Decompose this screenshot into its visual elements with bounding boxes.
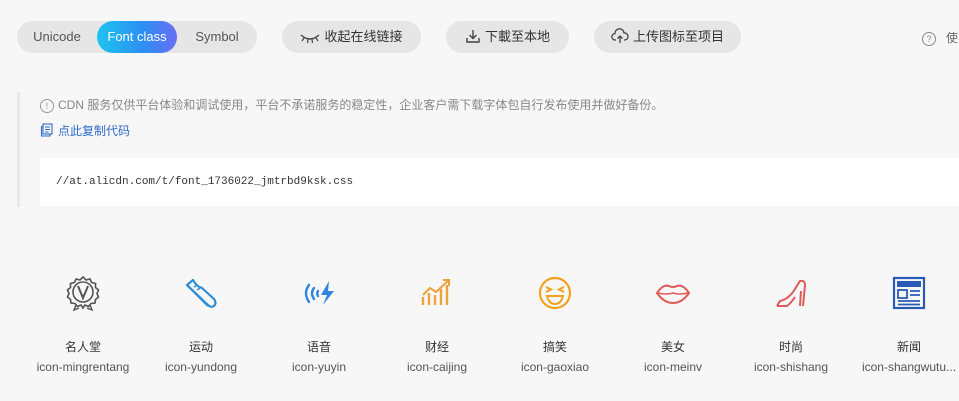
download-icon — [466, 30, 480, 43]
collapse-label: 收起在线链接 — [324, 29, 403, 44]
icon-name: 财经 — [424, 340, 449, 354]
icon-item[interactable]: 新闻 icon-shangwutu... — [850, 270, 959, 380]
tab-font-class[interactable]: Font class — [97, 21, 177, 53]
tab-symbol[interactable]: Symbol — [177, 21, 257, 53]
mode-switch: Unicode Font class Symbol — [17, 21, 257, 53]
icon-item[interactable]: 名人堂 icon-mingrentang — [24, 270, 142, 380]
cloud-upload-icon — [611, 28, 629, 43]
download-local-button[interactable]: 下載至本地 — [446, 21, 569, 53]
tab-unicode[interactable]: Unicode — [17, 21, 97, 53]
icon-list: 名人堂 icon-mingrentang 运动 icon-yundong 语音 … — [0, 270, 959, 390]
icon-class: icon-caijing — [406, 360, 468, 374]
icon-class: icon-mingrentang — [36, 360, 130, 374]
download-label: 下載至本地 — [484, 29, 550, 44]
icon-item[interactable]: 搞笑 icon-gaoxiao — [496, 270, 614, 380]
icon-item[interactable]: 运动 icon-yundong — [142, 270, 260, 380]
icon-class: icon-gaoxiao — [520, 360, 590, 374]
finance-chart-icon — [421, 279, 450, 305]
icon-class: icon-meinv — [643, 360, 703, 374]
high-heel-icon — [776, 279, 806, 307]
icon-name: 搞笑 — [542, 340, 567, 354]
copy-code-link[interactable]: 点此复制代码 — [40, 122, 130, 139]
lips-icon — [655, 284, 691, 305]
collapse-online-link-button[interactable]: 收起在线链接 — [282, 21, 421, 53]
voice-icon — [304, 281, 334, 305]
icon-name: 新闻 — [896, 340, 921, 354]
icon-class: icon-yuyin — [291, 360, 347, 374]
question-icon: ? — [922, 32, 936, 46]
code-snippet[interactable]: //at.alicdn.com/t/font_1736022_jmtrbd9ks… — [40, 158, 959, 206]
medal-v-icon — [66, 275, 100, 311]
icon-name: 运动 — [188, 340, 213, 354]
upload-to-project-button[interactable]: 上传图标至项目 — [594, 21, 741, 53]
newspaper-icon — [892, 276, 926, 310]
icon-item[interactable]: 美女 icon-meinv — [614, 270, 732, 380]
icon-name: 美女 — [660, 340, 685, 354]
cdn-notice-panel: ! CDN 服务仅供平台体验和调试使用，平台不承诺服务的稳定性，企业客户需下载字体… — [17, 92, 959, 207]
css-url: //at.alicdn.com/t/font_1736022_jmtrbd9ks… — [56, 176, 354, 188]
help-label: 使 — [946, 31, 959, 45]
eye-closed-icon — [301, 34, 320, 44]
icon-item[interactable]: 财经 icon-caijing — [378, 270, 496, 380]
icon-name: 时尚 — [778, 340, 803, 354]
copy-code-label: 点此复制代码 — [58, 124, 131, 138]
help-link[interactable]: ? 使 — [922, 29, 958, 46]
info-icon: ! — [40, 99, 54, 113]
icon-name: 名人堂 — [64, 340, 101, 354]
cdn-warning-text: CDN 服务仅供平台体验和调试使用，平台不承诺服务的稳定性，企业客户需下载字体包… — [58, 98, 664, 112]
icon-class: icon-shishang — [753, 360, 829, 374]
toolbar: Unicode Font class Symbol 收起在线链接 下載至本地 上… — [17, 21, 959, 53]
upload-label: 上传图标至项目 — [632, 29, 724, 44]
icon-item[interactable]: 时尚 icon-shishang — [732, 270, 850, 380]
cdn-warning: ! CDN 服务仅供平台体验和调试使用，平台不承诺服务的稳定性，企业客户需下载字体… — [40, 96, 663, 113]
icon-item[interactable]: 语音 icon-yuyin — [260, 270, 378, 380]
copy-icon — [40, 123, 53, 137]
sneaker-icon — [185, 278, 217, 308]
laugh-face-icon — [538, 276, 572, 310]
icon-class: icon-shangwutu... — [861, 360, 957, 374]
icon-name: 语音 — [306, 340, 331, 354]
icon-class: icon-yundong — [164, 360, 238, 374]
